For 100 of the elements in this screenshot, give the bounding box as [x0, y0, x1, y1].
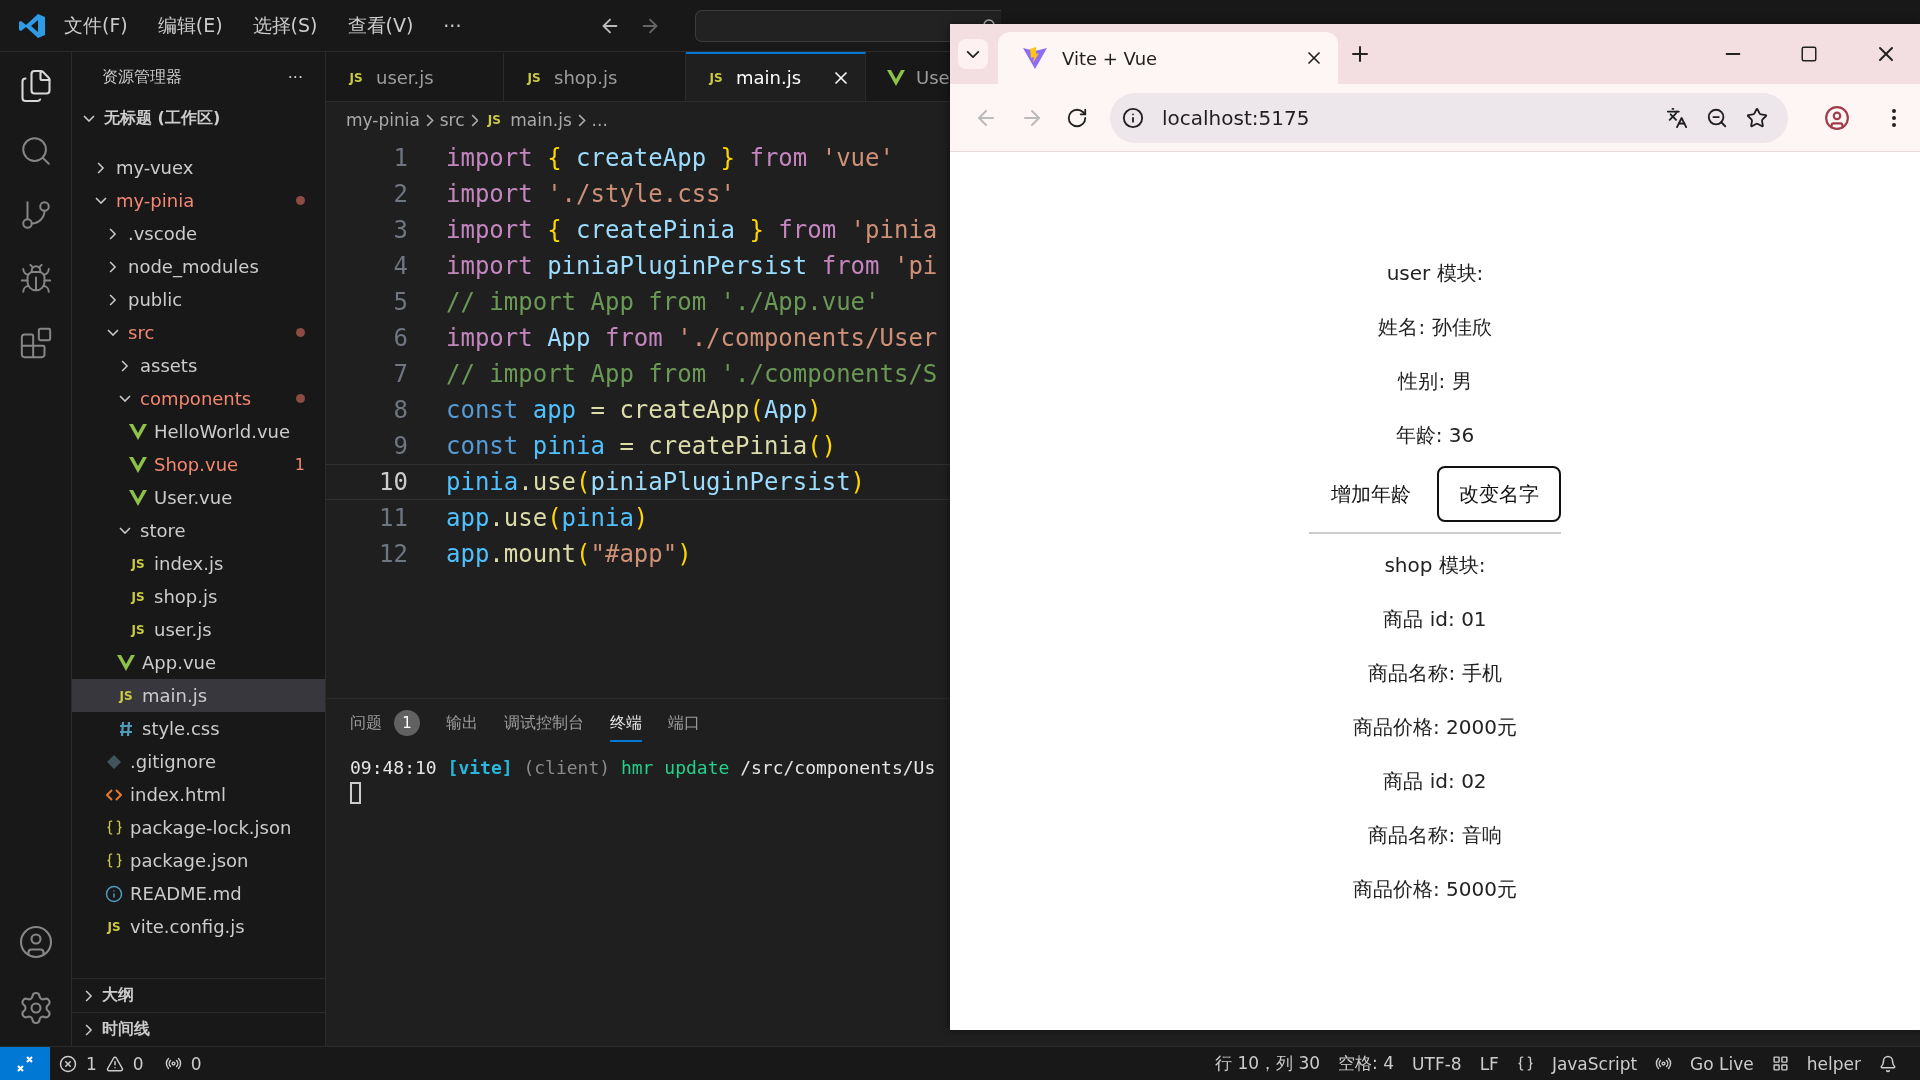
breadcrumb-item[interactable]: ... — [591, 110, 608, 130]
breadcrumb-item[interactable]: my-pinia — [346, 110, 420, 130]
info-icon — [104, 884, 124, 903]
remote-button[interactable] — [0, 1047, 50, 1080]
tree-item[interactable]: node_modules — [72, 250, 325, 283]
tree-item[interactable]: JS main.js — [72, 679, 325, 712]
line-number: 7 — [392, 360, 409, 388]
status-item[interactable]: 行 10，列 30 — [1206, 1052, 1330, 1075]
menu-item[interactable]: ··· — [431, 14, 474, 37]
tree-item[interactable]: App.vue — [72, 646, 325, 679]
tree-item[interactable]: my-vuex — [72, 151, 325, 184]
language-mode[interactable]: JavaScript — [1542, 1053, 1647, 1074]
page-text: 年龄: 36 — [1395, 421, 1475, 449]
tree-item[interactable]: package-lock.json — [72, 811, 325, 844]
maximize-icon[interactable] — [1800, 45, 1818, 63]
tree-item[interactable]: .vscode — [72, 217, 325, 250]
tree-item[interactable]: style.css — [72, 712, 325, 745]
problem-count: 1 — [294, 455, 305, 474]
panel-tab[interactable]: 端口 — [668, 706, 700, 742]
vue-file-icon — [128, 489, 148, 506]
tree-item[interactable]: JS shop.js — [72, 580, 325, 613]
tree-item[interactable]: src — [72, 316, 325, 349]
tree-item[interactable]: index.html — [72, 778, 325, 811]
chevron-down-icon — [966, 49, 980, 59]
code-text: app.mount("#app") — [446, 540, 692, 568]
js-file-icon: JS — [706, 70, 726, 85]
zoom-out-icon[interactable] — [1706, 106, 1728, 129]
panel-tab[interactable]: 终端 — [610, 706, 642, 742]
bug-icon[interactable] — [18, 262, 53, 296]
menu-item[interactable]: 文件(F) — [52, 12, 140, 39]
tree-item[interactable]: components — [72, 382, 325, 415]
extensions-icon[interactable] — [18, 326, 53, 360]
chevron-down-icon — [119, 526, 131, 535]
menu-item[interactable]: 查看(V) — [335, 12, 426, 39]
page-text: shop 模块: — [1384, 551, 1486, 579]
tree-item[interactable]: .gitignore — [72, 745, 325, 778]
line-number: 9 — [392, 432, 409, 460]
editor-tab[interactable]: JS main.js — [686, 52, 866, 101]
terminal-cursor — [350, 782, 361, 804]
tree-item[interactable]: public — [72, 283, 325, 316]
port-count[interactable]: 0 — [190, 1053, 202, 1074]
warning-count[interactable]: 0 — [132, 1053, 144, 1074]
tree-item[interactable]: assets — [72, 349, 325, 382]
page-button[interactable]: 改变名字 — [1437, 466, 1561, 522]
status-item[interactable]: LF — [1470, 1053, 1508, 1074]
page-text: 姓名: 孙佳欣 — [1378, 313, 1492, 341]
info-icon[interactable] — [1122, 106, 1144, 129]
tree-item[interactable]: JS user.js — [72, 613, 325, 646]
status-item[interactable]: helper — [1797, 1053, 1870, 1074]
modified-dot — [296, 328, 305, 337]
menu-item[interactable]: 编辑(E) — [145, 12, 235, 39]
breadcrumb-item[interactable]: main.js — [510, 110, 572, 130]
vue-file-icon — [886, 69, 906, 86]
line-number: 6 — [392, 324, 409, 352]
menu-item[interactable]: 选择(S) — [240, 12, 330, 39]
star-icon[interactable] — [1746, 106, 1768, 129]
panel-tab[interactable]: 输出 — [446, 706, 478, 742]
command-center[interactable] — [695, 10, 1002, 42]
breadcrumb-item[interactable]: src — [439, 110, 465, 130]
line-number: 5 — [392, 288, 409, 316]
panel-tab[interactable]: 问题 1 — [350, 706, 420, 742]
code-text: import piniaPluginPersist from 'pi — [446, 252, 938, 280]
line-number: 8 — [392, 396, 409, 424]
code-text: import App from './components/User — [446, 324, 938, 352]
chevron-down-icon — [83, 114, 95, 123]
line-number: 3 — [392, 216, 409, 244]
tree-item[interactable]: store — [72, 514, 325, 547]
account-icon[interactable] — [17, 924, 54, 960]
collapsed-section[interactable]: 大纲 — [72, 978, 325, 1012]
browser-tab[interactable]: Vite + Vue — [998, 32, 1338, 84]
workspace-header[interactable]: 无标题 (工作区) — [72, 102, 325, 135]
tree-item[interactable]: my-pinia — [72, 184, 325, 217]
code-text: import './style.css' — [446, 180, 735, 208]
line-number: 10 — [378, 468, 409, 496]
status-item[interactable]: 空格: 4 — [1329, 1052, 1404, 1075]
tree-item[interactable]: HelloWorld.vue — [72, 415, 325, 448]
terminal-line: 09:48:10 [vite] (client) hmr update /src/components/Us — [350, 757, 937, 778]
tree-item[interactable]: User.vue — [72, 481, 325, 514]
error-count[interactable]: 1 — [86, 1053, 97, 1074]
status-item[interactable]: UTF-8 — [1403, 1053, 1471, 1074]
translate-icon[interactable] — [1666, 106, 1688, 129]
panel-tab[interactable]: 调试控制台 — [504, 706, 584, 742]
chevron-down-icon — [119, 394, 131, 403]
modified-dot — [296, 394, 305, 403]
reload-icon[interactable] — [1066, 106, 1088, 129]
address-bar[interactable]: localhost:5175 — [1110, 92, 1788, 143]
page-text: 性别: 男 — [1398, 367, 1472, 395]
tree-item[interactable]: JS vite.config.js — [72, 910, 325, 943]
chevron-right-icon — [85, 1023, 93, 1036]
tab-search-button[interactable] — [958, 39, 988, 69]
tree-item[interactable]: Shop.vue 1 — [72, 448, 325, 481]
go-live-button[interactable]: Go Live — [1681, 1053, 1763, 1074]
code-text: // import App from './components/S — [446, 360, 938, 388]
tree-item[interactable]: package.json — [72, 844, 325, 877]
profile-icon[interactable] — [1824, 104, 1850, 131]
tree-item[interactable]: README.md — [72, 877, 325, 910]
line-number: 11 — [378, 504, 409, 532]
js-file-icon: JS — [128, 622, 148, 637]
tree-item[interactable]: JS index.js — [72, 547, 325, 580]
more-actions-button[interactable]: ··· — [287, 67, 303, 87]
